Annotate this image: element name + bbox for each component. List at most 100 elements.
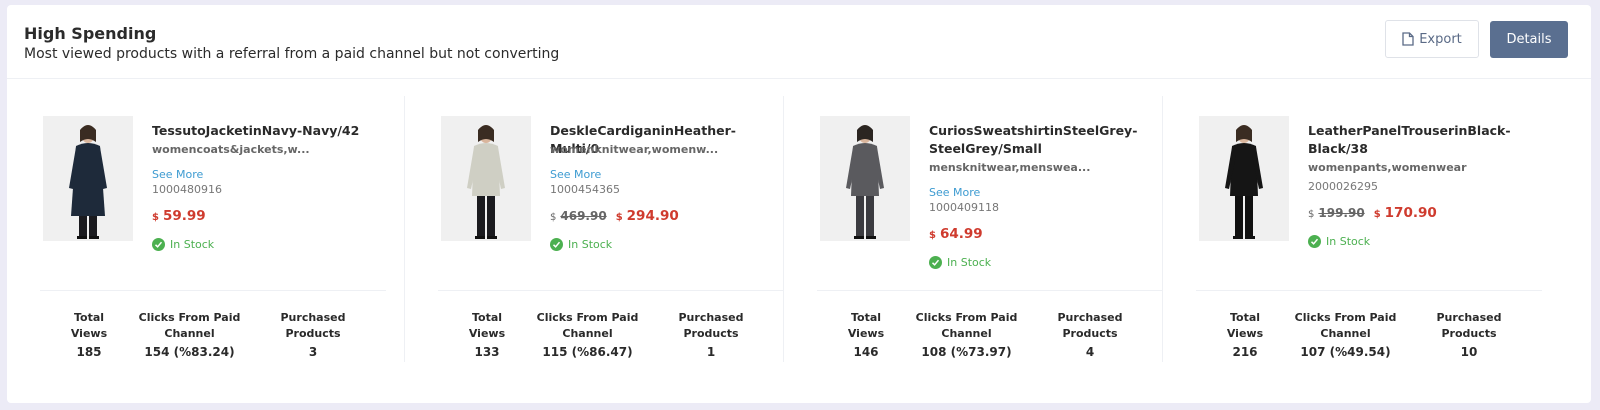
stat-label-line: Products bbox=[683, 327, 739, 340]
product-category: mensknitwear,menswea... bbox=[929, 161, 1091, 174]
paid-clicks-value: 115 (%86.47) bbox=[542, 345, 633, 359]
stat-label-line: Total bbox=[73, 311, 105, 324]
total-views-value: 216 bbox=[1232, 345, 1258, 359]
product-card: CuriosSweatshirtinSteelGrey-SteelGrey/Sm… bbox=[783, 96, 1171, 362]
stat-label-line: Products bbox=[285, 327, 341, 340]
product-name[interactable]: TessutoJacketinNavy-Navy/42 bbox=[152, 122, 382, 140]
product-thumbnail-figure bbox=[43, 116, 133, 241]
stock-label: In Stock bbox=[568, 238, 613, 251]
stat-label-line: Purchased bbox=[678, 311, 744, 324]
see-more-link[interactable]: See More bbox=[550, 168, 601, 181]
stat-purchased: Purchased Products 1 bbox=[671, 310, 751, 360]
stat-total-views: Total Views 133 bbox=[457, 310, 517, 360]
panel-title: High Spending bbox=[24, 24, 157, 43]
old-price: 469.90 bbox=[560, 209, 607, 223]
card-divider bbox=[817, 290, 1163, 291]
product-sku: 1000409118 bbox=[929, 201, 999, 214]
stat-label-line: Clicks From Paid bbox=[915, 311, 1018, 324]
product-thumbnail-figure bbox=[1199, 116, 1289, 241]
stat-paid-clicks: Clicks From Paid Channel 108 (%73.97) bbox=[909, 310, 1024, 360]
stat-label-line: Views bbox=[70, 327, 108, 340]
old-price: 199.90 bbox=[1318, 206, 1365, 220]
product-name[interactable]: LeatherPanelTrouserinBlack-Black/38 bbox=[1308, 122, 1538, 158]
paid-clicks-value: 154 (%83.24) bbox=[144, 345, 235, 359]
card-divider bbox=[438, 290, 784, 291]
stat-label-line: Purchased bbox=[1057, 311, 1123, 324]
product-card: DeskleCardiganinHeather-Multi/0 womenkni… bbox=[404, 96, 792, 362]
paid-clicks-value: 107 (%49.54) bbox=[1300, 345, 1391, 359]
stat-purchased: Purchased Products 3 bbox=[273, 310, 353, 360]
product-thumbnail[interactable] bbox=[820, 116, 910, 241]
stock-status: In Stock bbox=[550, 238, 612, 251]
stat-total-views: Total Views 185 bbox=[59, 310, 119, 360]
product-sku: 1000480916 bbox=[152, 183, 222, 196]
export-button[interactable]: Export bbox=[1385, 20, 1479, 58]
stat-label-line: Total bbox=[471, 311, 503, 324]
stat-label-line: Views bbox=[847, 327, 885, 340]
product-price: $ 199.90 $ 170.90 bbox=[1308, 205, 1437, 221]
total-views-value: 146 bbox=[853, 345, 879, 359]
card-divider bbox=[1196, 290, 1542, 291]
product-card: TessutoJacketinNavy-Navy/42 womencoats&j… bbox=[7, 96, 395, 362]
stat-paid-clicks: Clicks From Paid Channel 115 (%86.47) bbox=[530, 310, 645, 360]
product-category: womencoats&jackets,w... bbox=[152, 143, 310, 156]
product-card: LeatherPanelTrouserinBlack-Black/38 wome… bbox=[1162, 96, 1550, 362]
price-currency: $ bbox=[615, 212, 623, 223]
stock-status: In Stock bbox=[1308, 235, 1370, 248]
stat-label-line: Channel bbox=[941, 327, 992, 340]
see-more-link[interactable]: See More bbox=[929, 186, 980, 199]
price-currency: $ bbox=[1373, 209, 1381, 220]
product-name[interactable]: CuriosSweatshirtinSteelGrey-SteelGrey/Sm… bbox=[929, 122, 1159, 158]
export-label: Export bbox=[1419, 31, 1462, 47]
stat-purchased: Purchased Products 10 bbox=[1429, 310, 1509, 360]
stat-total-views: Total Views 216 bbox=[1215, 310, 1275, 360]
stat-label-line: Clicks From Paid bbox=[138, 311, 241, 324]
stat-total-views: Total Views 146 bbox=[836, 310, 896, 360]
stock-status: In Stock bbox=[929, 256, 991, 269]
product-thumbnail[interactable] bbox=[441, 116, 531, 241]
total-views-value: 185 bbox=[76, 345, 102, 359]
see-more-link[interactable]: See More bbox=[152, 168, 203, 181]
product-thumbnail[interactable] bbox=[43, 116, 133, 241]
stat-label-line: Total bbox=[850, 311, 882, 324]
stock-label: In Stock bbox=[947, 256, 992, 269]
stat-label-line: Views bbox=[468, 327, 506, 340]
check-circle-icon bbox=[1308, 235, 1321, 248]
stat-label-line: Products bbox=[1062, 327, 1118, 340]
price-currency: $ bbox=[929, 230, 936, 241]
stat-label-line: Products bbox=[1441, 327, 1497, 340]
product-sku: 1000454365 bbox=[550, 183, 620, 196]
product-thumbnail[interactable] bbox=[1199, 116, 1289, 241]
stat-label-line: Channel bbox=[164, 327, 215, 340]
purchased-value: 3 bbox=[308, 345, 318, 359]
product-thumbnail-figure bbox=[441, 116, 531, 241]
card-divider bbox=[40, 290, 386, 291]
current-price: 294.90 bbox=[626, 208, 679, 224]
stat-label-line: Total bbox=[1229, 311, 1261, 324]
price-currency: $ bbox=[152, 212, 159, 223]
stat-label-line: Clicks From Paid bbox=[1294, 311, 1397, 324]
current-price: 59.99 bbox=[162, 208, 206, 224]
paid-clicks-value: 108 (%73.97) bbox=[921, 345, 1012, 359]
stat-label-line: Clicks From Paid bbox=[536, 311, 639, 324]
product-thumbnail-figure bbox=[820, 116, 910, 241]
details-button[interactable]: Details bbox=[1490, 21, 1568, 58]
panel-subtitle: Most viewed products with a referral fro… bbox=[24, 46, 560, 62]
current-price: 64.99 bbox=[939, 226, 983, 242]
check-circle-icon bbox=[929, 256, 942, 269]
details-label: Details bbox=[1506, 32, 1552, 47]
stat-purchased: Purchased Products 4 bbox=[1050, 310, 1130, 360]
purchased-value: 1 bbox=[706, 345, 716, 359]
product-price: $ 59.99 bbox=[152, 208, 206, 224]
stat-paid-clicks: Clicks From Paid Channel 154 (%83.24) bbox=[132, 310, 247, 360]
stock-status: In Stock bbox=[152, 238, 214, 251]
product-price: $ 64.99 bbox=[929, 226, 983, 242]
stock-label: In Stock bbox=[170, 238, 215, 251]
panel-header: High Spending Most viewed products with … bbox=[7, 5, 1591, 79]
high-spending-panel: High Spending Most viewed products with … bbox=[7, 5, 1591, 403]
stat-paid-clicks: Clicks From Paid Channel 107 (%49.54) bbox=[1288, 310, 1403, 360]
stat-label-line: Channel bbox=[562, 327, 613, 340]
total-views-value: 133 bbox=[474, 345, 500, 359]
product-price: $ 469.90 $ 294.90 bbox=[550, 208, 679, 224]
product-cards: TessutoJacketinNavy-Navy/42 womencoats&j… bbox=[7, 80, 1591, 403]
